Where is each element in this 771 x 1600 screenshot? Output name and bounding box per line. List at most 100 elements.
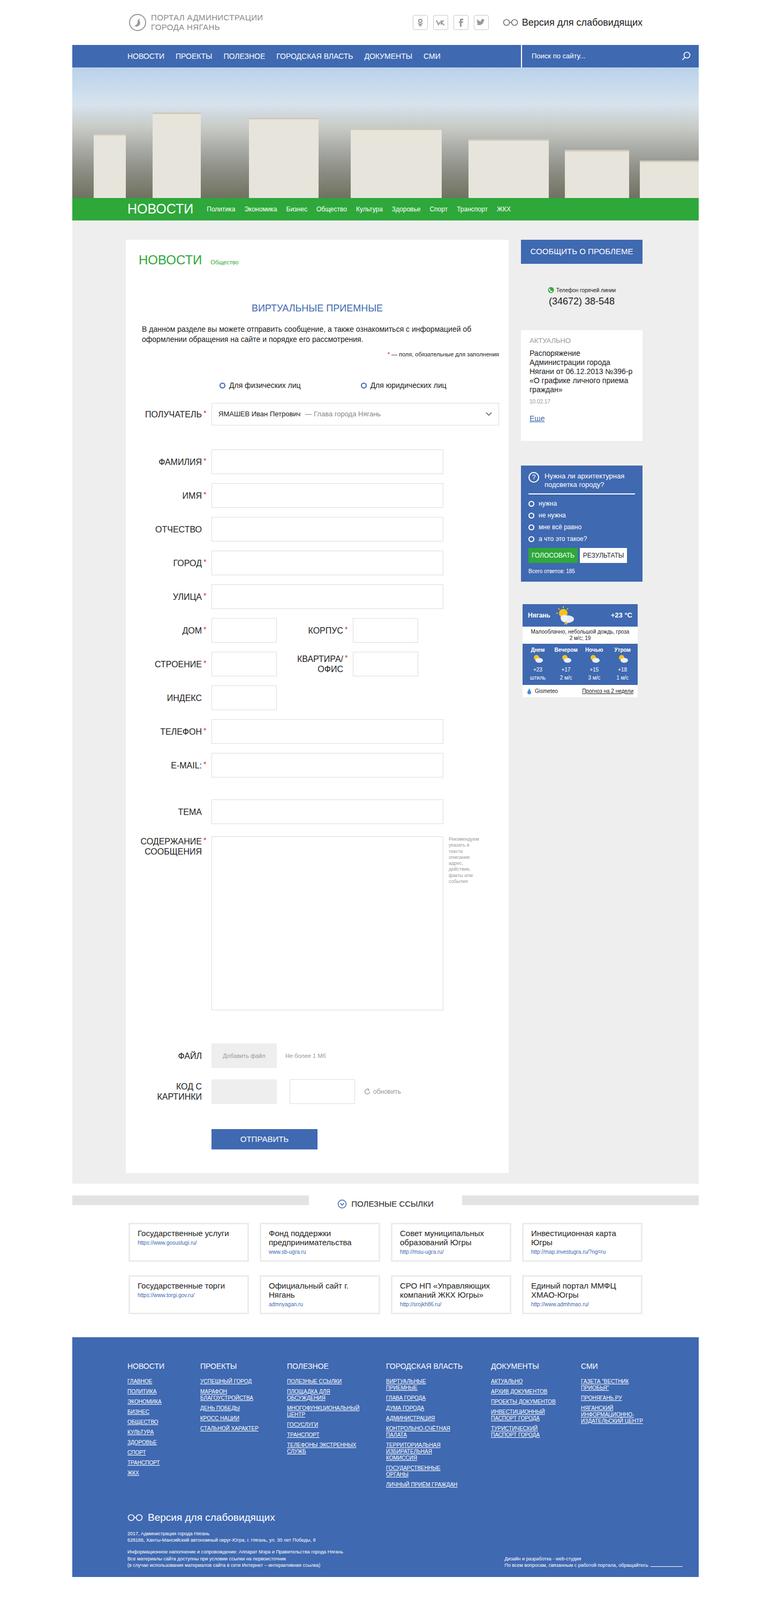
radio-dot[interactable] [360, 382, 367, 389]
accessibility-link[interactable]: Версия для слабовидящих [502, 15, 643, 30]
actual-text[interactable]: Распоряжение Администрации города Нягани… [529, 349, 634, 395]
footer-column-title[interactable]: СМИ [580, 1361, 683, 1373]
footer-link[interactable]: КОНТРОЛЬНО-СЧЁТНАЯ ПАЛАТА [386, 1426, 459, 1440]
footer-link[interactable]: ПОЛИТИКА [127, 1389, 200, 1396]
footer-column-title[interactable]: ПОЛЕЗНОЕ [286, 1361, 387, 1373]
link-card[interactable]: Государственные услугиhttps://www.gosusl… [128, 1223, 249, 1263]
footer-link[interactable]: АРХИВ ДОКУМЕНТОВ [490, 1389, 564, 1396]
text-input[interactable] [211, 652, 277, 677]
footer-link[interactable]: ДЕНЬ ПОБЕДЫ [200, 1406, 273, 1413]
text-input[interactable] [352, 652, 419, 677]
footer-link[interactable]: ПРОЕКТЫ ДОКУМЕНТОВ [490, 1399, 564, 1407]
footer-link[interactable]: ТРАНСПОРТ [286, 1432, 360, 1440]
footer-link[interactable]: ТЕРРИТОРИАЛЬНАЯ ИЗБИРАТЕЛЬНАЯ КОМИССИЯ [386, 1442, 459, 1463]
footer-column-title[interactable]: НОВОСТИ [127, 1361, 201, 1373]
nav-item[interactable]: ПОЛЕЗНОЕ [223, 50, 266, 63]
footer-link[interactable]: ЗДОРОВЬЕ [127, 1440, 200, 1447]
text-input[interactable] [211, 753, 444, 778]
footer-link[interactable]: ОБЩЕСТВО [127, 1419, 200, 1427]
link-card[interactable]: Единый портал ММФЦ ХМАО-Югрыhttp://www.a… [522, 1275, 643, 1315]
logo[interactable]: ПОРТАЛ АДМИНИСТРАЦИИГОРОДА НЯГАНЬ [128, 12, 264, 33]
footer-link[interactable]: СТАЛЬНОЙ ХАРАКТЕР [200, 1426, 273, 1433]
footer-link[interactable]: ГОСУСЛУГИ [286, 1422, 360, 1430]
footer-link[interactable]: ЭКОНОМИКА [127, 1399, 200, 1407]
text-input[interactable] [211, 618, 277, 644]
nav-item[interactable]: ПРОЕКТЫ [175, 50, 213, 63]
footer-column-title[interactable]: ПРОЕКТЫ [200, 1361, 287, 1373]
radio-dot[interactable] [528, 501, 535, 508]
captcha-input[interactable] [289, 1079, 355, 1105]
person-type-radio[interactable]: Для юридических лиц [360, 380, 447, 392]
link-card[interactable]: Государственные торгиhttps://www.torgi.g… [128, 1275, 249, 1315]
captcha-refresh[interactable]: обновить [363, 1087, 402, 1098]
text-input[interactable] [211, 719, 444, 745]
footer-link[interactable]: УСПЕШНЫЙ ГОРОД [200, 1379, 273, 1386]
link-card[interactable]: СРО НП «Управляющих компаний ЖКХ Югры»ht… [390, 1275, 512, 1315]
text-input[interactable] [211, 550, 444, 576]
footer-link[interactable]: ГЛАВНОЕ [127, 1379, 200, 1386]
section-tab[interactable]: Культура [356, 204, 383, 215]
footer-link[interactable]: БИЗНЕС [127, 1409, 200, 1417]
footer-link[interactable]: ПРОНЯГАНЬ.РУ [580, 1395, 654, 1403]
contact-link-line[interactable] [650, 1567, 683, 1568]
footer-column-title[interactable]: ДОКУМЕНТЫ [490, 1361, 581, 1373]
text-input[interactable] [211, 517, 444, 542]
section-tab[interactable]: Экономика [244, 204, 277, 215]
footer-link[interactable]: ПЛОЩАДКА ДЛЯ ОБСУЖДЕНИЯ [286, 1389, 360, 1403]
forecast-link[interactable]: Прогноз на 2 недели [581, 687, 634, 696]
footer-link[interactable]: ГАЗЕТА "ВЕСТНИК ПРИОБЬЯ" [580, 1379, 654, 1393]
footer-link[interactable]: СПОРТ [127, 1450, 200, 1457]
submit-button[interactable]: ОТПРАВИТЬ [211, 1129, 318, 1151]
radio-dot[interactable] [528, 512, 535, 519]
footer-link[interactable]: АКТУАЛЬНО [490, 1379, 564, 1386]
person-type-radio[interactable]: Для физических лиц [219, 380, 301, 392]
report-problem-button[interactable]: СООБЩИТЬ О ПРОБЛЕМЕ [520, 239, 643, 264]
poll-option[interactable]: не нужна [528, 510, 636, 521]
poll-option[interactable]: нужна [528, 499, 636, 509]
odnoklassniki-icon[interactable] [412, 14, 428, 30]
poll-option[interactable]: мне всё равно [528, 522, 636, 533]
footer-link[interactable]: МАРАФОН БЛАГОУСТРОЙСТВА [200, 1389, 273, 1403]
nav-item[interactable]: ГОРОДСКАЯ ВЛАСТЬ [276, 50, 353, 63]
search-icon[interactable] [681, 51, 692, 62]
section-tab[interactable]: Транспорт [456, 204, 488, 215]
radio-dot[interactable] [528, 536, 535, 543]
text-input[interactable] [211, 483, 444, 509]
footer-link[interactable]: ЖКХ [127, 1470, 200, 1478]
text-input[interactable] [352, 618, 419, 644]
footer-link[interactable]: ЛИЧНЫЙ ПРИЁМ ГРАЖДАН [386, 1482, 459, 1489]
link-card[interactable]: Фонд поддержки предпринимательстваwww.sb… [259, 1223, 381, 1263]
nav-item[interactable]: СМИ [423, 50, 441, 63]
footer-link[interactable]: ПОЛЕЗНЫЕ ССЫЛКИ [286, 1379, 360, 1386]
radio-dot[interactable] [219, 382, 226, 389]
section-tab[interactable]: Общество [316, 204, 347, 215]
footer-link[interactable]: КУЛЬТУРА [127, 1430, 200, 1437]
section-tab[interactable]: Бизнес [286, 204, 308, 215]
section-tab[interactable]: Политика [206, 204, 236, 215]
section-tab[interactable]: ЖКХ [496, 204, 511, 215]
nav-item[interactable]: НОВОСТИ [127, 50, 165, 63]
link-card[interactable]: Совет муниципальных образований Югрыhttp… [390, 1223, 512, 1263]
footer-link[interactable]: КРОСС НАЦИИ [200, 1416, 273, 1423]
section-tab[interactable]: Спорт [429, 204, 448, 215]
nav-item[interactable]: ДОКУМЕНТЫ [364, 50, 413, 63]
poll-option[interactable]: а что это такое? [528, 534, 636, 544]
footer-link[interactable]: ГЛАВА ГОРОДА [386, 1395, 459, 1403]
footer-link[interactable]: ТРАНСПОРТ [127, 1460, 200, 1468]
message-textarea[interactable] [211, 836, 444, 1011]
text-input[interactable] [211, 685, 277, 711]
footer-link[interactable]: ИНВЕСТИЦИОННЫЙ ПАСПОРТ ГОРОДА [490, 1409, 564, 1423]
add-file-button[interactable]: Добавить файл [211, 1044, 277, 1069]
more-link[interactable]: Еще [529, 413, 546, 425]
vote-button[interactable]: ГОЛОСОВАТЬ [528, 548, 578, 564]
footer-link[interactable]: ДУМА ГОРОДА [386, 1406, 459, 1413]
footer-accessibility[interactable]: Версия для слабовидящих [127, 1510, 683, 1527]
footer-link[interactable]: ГОСУДАРСТВЕННЫЕ ОРГАНЫ [386, 1465, 459, 1479]
facebook-icon[interactable] [453, 14, 469, 30]
footer-link[interactable]: ТУРИСТИЧЕСКИЙ ПАСПОРТ ГОРОДА [490, 1426, 564, 1440]
footer-link[interactable]: ВИРТУАЛЬНЫЕ ПРИЕМНЫЕ [386, 1379, 459, 1393]
search-input[interactable] [530, 50, 678, 63]
footer-link[interactable]: АДМИНИСТРАЦИЯ [386, 1416, 459, 1423]
link-card[interactable]: Официальный сайт г. Няганьadmnyagan.ru [259, 1275, 381, 1315]
footer-column-title[interactable]: ГОРОДСКАЯ ВЛАСТЬ [386, 1361, 491, 1373]
